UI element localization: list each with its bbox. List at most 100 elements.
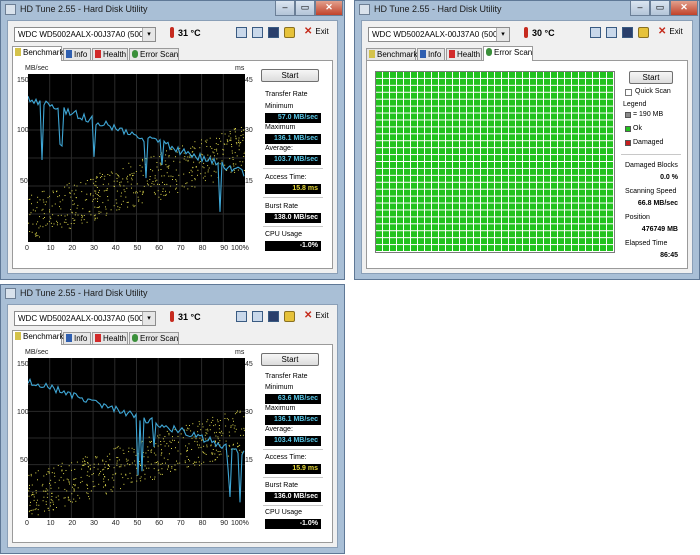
scan-block-ok — [383, 182, 389, 189]
start-button[interactable]: Start — [261, 69, 319, 82]
save-screenshot-icon[interactable] — [622, 27, 633, 38]
title-bar[interactable]: HD Tune 2.55 - Hard Disk Utility — [1, 285, 344, 303]
tab-health[interactable]: Health — [92, 332, 128, 344]
access-time-dot — [215, 171, 217, 173]
tab-error-scan[interactable]: Error Scan — [129, 48, 179, 60]
copy-text-icon[interactable] — [236, 311, 247, 322]
scan-block-ok — [404, 113, 410, 120]
scan-block-ok — [404, 148, 410, 155]
title-bar[interactable]: HD Tune 2.55 - Hard Disk Utility – ▭ ✕ — [355, 1, 699, 19]
start-button[interactable]: Start — [261, 353, 319, 366]
access-time-dot — [175, 169, 177, 171]
exit-button[interactable]: ✕ Exit — [304, 310, 329, 321]
access-time-dot — [133, 449, 135, 450]
scan-block-ok — [404, 106, 410, 113]
access-time-dot — [219, 451, 221, 452]
scan-block-ok — [509, 99, 515, 106]
maximize-button[interactable]: ▭ — [295, 1, 315, 16]
tab-info[interactable]: Info — [417, 48, 445, 60]
access-time-dot — [70, 501, 72, 503]
info-icon — [66, 334, 72, 342]
close-button[interactable]: ✕ — [315, 1, 343, 16]
scan-block-ok — [572, 141, 578, 148]
access-time-dot — [230, 171, 232, 173]
quick-scan-checkbox[interactable] — [625, 89, 632, 96]
close-button[interactable]: ✕ — [670, 1, 698, 16]
scan-block-ok — [488, 210, 494, 217]
options-icon[interactable] — [284, 27, 295, 38]
access-time-dot — [155, 454, 157, 456]
scan-block-ok — [523, 217, 529, 224]
copy-screenshot-icon[interactable] — [252, 311, 263, 322]
access-time-dot — [79, 497, 81, 499]
scan-block-ok — [439, 210, 445, 217]
scan-block-ok — [376, 182, 382, 189]
copy-screenshot-icon[interactable] — [252, 27, 263, 38]
access-time-dot — [88, 211, 90, 213]
drive-select[interactable]: WDC WD5002AALX-00J37A0 (500 GB) ▾ — [368, 27, 510, 42]
access-time-dot — [225, 440, 227, 442]
access-time-dot — [197, 425, 199, 427]
start-button[interactable]: Start — [629, 71, 673, 84]
save-screenshot-icon[interactable] — [268, 311, 279, 322]
scan-block-ok — [439, 189, 445, 196]
scan-block-ok — [495, 245, 501, 251]
scan-block-ok — [516, 168, 522, 175]
drive-select[interactable]: WDC WD5002AALX-00J37A0 (500 GB) ▾ — [14, 27, 156, 42]
options-icon[interactable] — [638, 27, 649, 38]
tab-health[interactable]: Health — [446, 48, 482, 60]
access-time-dot — [96, 456, 98, 458]
copy-screenshot-icon[interactable] — [606, 27, 617, 38]
access-time-dot — [43, 496, 45, 498]
scan-block-ok — [586, 245, 592, 251]
scan-block-ok — [537, 85, 543, 92]
tab-benchmark[interactable]: Benchmark — [366, 48, 417, 60]
access-time-dot — [214, 155, 215, 157]
save-screenshot-icon[interactable] — [268, 27, 279, 38]
access-time-dot — [122, 477, 124, 479]
tab-error-scan[interactable]: Error Scan — [129, 332, 179, 344]
access-time-dot — [174, 469, 176, 471]
tab-info[interactable]: Info — [63, 332, 91, 344]
minimize-button[interactable]: – — [630, 1, 650, 16]
scan-block-ok — [572, 78, 578, 85]
scan-block-ok — [446, 238, 452, 245]
access-time-dot — [221, 430, 222, 432]
title-bar[interactable]: HD Tune 2.55 - Hard Disk Utility – ▭ ✕ — [1, 1, 344, 19]
access-time-dot — [83, 465, 85, 466]
minimize-button[interactable]: – — [275, 1, 295, 16]
tab-error-scan[interactable]: Error Scan — [483, 46, 533, 61]
drive-select[interactable]: WDC WD5002AALX-00J37A0 (500 GB) ▾ — [14, 311, 156, 326]
access-time-dot — [30, 473, 32, 475]
access-time-dot — [221, 133, 223, 135]
temperature-value: 30 °C — [532, 28, 555, 38]
left-tick: 100 — [17, 409, 29, 416]
exit-button[interactable]: ✕ Exit — [304, 26, 329, 37]
access-time-dot — [150, 156, 152, 158]
scan-block-ok — [593, 210, 599, 217]
scan-block-ok — [565, 168, 571, 175]
scan-block-ok — [572, 238, 578, 245]
tab-benchmark[interactable]: Benchmark — [12, 46, 63, 61]
tab-health[interactable]: Health — [92, 48, 128, 60]
scan-block-ok — [516, 92, 522, 99]
exit-button[interactable]: ✕ Exit — [658, 26, 683, 37]
access-time-dot — [131, 462, 133, 464]
options-icon[interactable] — [284, 311, 295, 322]
copy-text-icon[interactable] — [590, 27, 601, 38]
access-time-dot — [81, 468, 83, 470]
maximize-button[interactable]: ▭ — [650, 1, 670, 16]
access-time-dot — [236, 143, 238, 145]
tab-info[interactable]: Info — [63, 48, 91, 60]
tab-benchmark[interactable]: Benchmark — [12, 330, 63, 345]
quick-scan-label[interactable]: Quick Scan — [635, 88, 671, 95]
access-time-dot — [217, 436, 219, 438]
access-time-dot — [163, 175, 165, 177]
copy-text-icon[interactable] — [236, 27, 247, 38]
access-time-dot — [116, 462, 118, 464]
scan-block-ok — [537, 210, 543, 217]
scan-block-ok — [467, 168, 473, 175]
access-time-dot — [227, 455, 229, 457]
scan-block-ok — [404, 203, 410, 210]
access-time-dot — [179, 161, 181, 163]
